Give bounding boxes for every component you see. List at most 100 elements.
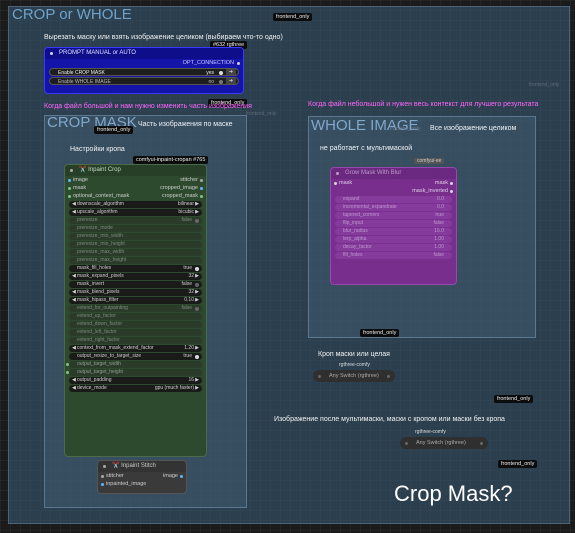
prompt-manual-auto-node[interactable]: PROMPT MANUAL or AUTO OPT_CONNECTION Ena… bbox=[44, 47, 244, 94]
mask-widget-fill-holes[interactable]: fill_holes false bbox=[335, 252, 452, 259]
decrement-arrow-icon[interactable]: ◀ bbox=[72, 297, 76, 304]
any-switch-node-2[interactable]: Any Switch (rgthree) bbox=[400, 437, 488, 449]
crop-widget-output-resize-to-target-size[interactable]: output_resize_to_target_size true bbox=[69, 353, 202, 360]
increment-arrow-icon[interactable]: ▶ bbox=[195, 273, 199, 280]
toggle-icon[interactable] bbox=[195, 266, 199, 271]
enable-whole-image-toggle[interactable]: Enable WHOLE IMAGE no ➜ bbox=[49, 77, 239, 85]
crop-widget-extend-left-factor[interactable]: extend_left_factor bbox=[69, 329, 202, 336]
port-row-inpainted-image[interactable]: inpainted_image bbox=[98, 480, 186, 488]
crop-widget-extend-up-factor[interactable]: extend_up_factor bbox=[69, 313, 202, 320]
output-pin-icon[interactable] bbox=[480, 441, 483, 445]
mask-widget-tapered-corners[interactable]: tapered_corners true bbox=[335, 212, 452, 219]
input-pin-icon[interactable] bbox=[66, 371, 69, 374]
collapse-dot-icon[interactable] bbox=[336, 172, 339, 175]
input-pin-icon[interactable] bbox=[405, 441, 408, 445]
collapse-dot-icon[interactable] bbox=[103, 465, 106, 468]
arrow-right-icon[interactable]: ➜ bbox=[226, 78, 236, 84]
mask-widget-decay-factor[interactable]: decay_factor 1.00 bbox=[335, 244, 452, 251]
enable-crop-mask-toggle[interactable]: Enable CROP MASK yes ➜ bbox=[49, 68, 239, 76]
port-row-stitcher[interactable]: stitcher image bbox=[98, 472, 186, 480]
input-pin-icon[interactable] bbox=[101, 474, 104, 478]
grow-mask-node[interactable]: Grow Mask With Blur mask mask mask_inver… bbox=[330, 167, 457, 285]
input-pin-icon[interactable] bbox=[318, 374, 321, 378]
crop-widget-extend-right-factor[interactable]: extend_right_factor bbox=[69, 337, 202, 344]
opt-connection-output[interactable]: OPT_CONNECTION bbox=[45, 59, 243, 67]
port-row-mask-inverted[interactable]: mask_inverted bbox=[331, 187, 456, 195]
increment-arrow-icon[interactable]: ▶ bbox=[195, 377, 199, 384]
mask-widget-lerp-alpha[interactable]: lerp_alpha 1.00 bbox=[335, 236, 452, 243]
decrement-arrow-icon[interactable]: ◀ bbox=[72, 345, 76, 352]
input-pin-icon[interactable] bbox=[68, 186, 71, 190]
crop-widget-mask-blend-pixels[interactable]: ◀ ▶ mask_blend_pixels 32 bbox=[69, 289, 202, 296]
crop-widget-mask-hipass-filter[interactable]: ◀ ▶ mask_hipass_filter 0.10 bbox=[69, 297, 202, 304]
crop-widget-preresize[interactable]: preresize false bbox=[69, 217, 202, 224]
crop-widget-preresize-min-width[interactable]: preresize_min_width bbox=[69, 233, 202, 240]
output-pin-icon[interactable] bbox=[180, 474, 183, 478]
toggle-on-icon[interactable] bbox=[219, 70, 223, 75]
crop-widget-extend-for-outpainting[interactable]: extend_for_outpainting false bbox=[69, 305, 202, 312]
decrement-arrow-icon[interactable]: ◀ bbox=[72, 289, 76, 296]
crop-widget-upscale-algorithm[interactable]: ◀ ▶ upscale_algorithm bicubic bbox=[69, 209, 202, 216]
port-row-image[interactable]: image stitcher bbox=[65, 176, 206, 184]
mask-widget-expand[interactable]: expand 0.0 bbox=[335, 196, 452, 203]
port-row-optional-context-mask[interactable]: optional_context_mask cropped_mask bbox=[65, 192, 206, 200]
output-pin-icon[interactable] bbox=[200, 178, 203, 182]
decrement-arrow-icon[interactable]: ◀ bbox=[72, 385, 76, 392]
toggle-icon[interactable] bbox=[195, 282, 199, 287]
mask-widget-blur-radius[interactable]: blur_radius 16.0 bbox=[335, 228, 452, 235]
crop-widget-output-padding[interactable]: ◀ ▶ output_padding 16 bbox=[69, 377, 202, 384]
crop-widget-preresize-max-height[interactable]: preresize_max_height bbox=[69, 257, 202, 264]
crop-widget-preresize-min-height[interactable]: preresize_min_height bbox=[69, 241, 202, 248]
node-title[interactable]: ✂️ Inpaint Crop bbox=[65, 165, 206, 176]
increment-arrow-icon[interactable]: ▶ bbox=[195, 345, 199, 352]
crop-widget-output-target-width[interactable]: output_target_width bbox=[66, 361, 202, 368]
collapse-dot-icon[interactable] bbox=[50, 52, 53, 55]
output-pin-icon[interactable] bbox=[237, 61, 240, 65]
crop-widget-downscale-algorithm[interactable]: ◀ ▶ downscale_algorithm bilinear bbox=[69, 201, 202, 208]
output-pin-icon[interactable] bbox=[200, 194, 203, 198]
node-title[interactable]: PROMPT MANUAL or AUTO bbox=[45, 48, 243, 59]
input-pin-icon[interactable] bbox=[66, 363, 69, 366]
increment-arrow-icon[interactable]: ▶ bbox=[195, 209, 199, 216]
crop-widget-preresize-max-width[interactable]: preresize_max_width bbox=[69, 249, 202, 256]
crop-widget-context-from-mask-extend-factor[interactable]: ◀ ▶ context_from_mask_extend_factor 1.20 bbox=[69, 345, 202, 352]
input-pin-icon[interactable] bbox=[101, 482, 104, 486]
port-row-mask[interactable]: mask mask bbox=[331, 179, 456, 187]
port-row-mask[interactable]: mask cropped_image bbox=[65, 184, 206, 192]
increment-arrow-icon[interactable]: ▶ bbox=[195, 289, 199, 296]
any-switch-node-1[interactable]: Any Switch (rgthree) bbox=[313, 370, 395, 382]
input-pin-icon[interactable] bbox=[68, 178, 71, 182]
collapse-dot-icon[interactable] bbox=[70, 169, 73, 172]
crop-widget-output-target-height[interactable]: output_target_height bbox=[66, 369, 202, 376]
toggle-icon[interactable] bbox=[195, 354, 199, 359]
output-pin-icon[interactable] bbox=[450, 181, 453, 185]
crop-widget-preresize-mode[interactable]: preresize_mode bbox=[69, 225, 202, 232]
crop-widget-mask-invert[interactable]: mask_invert false bbox=[69, 281, 202, 288]
mask-widget-incremental-expandrate[interactable]: incremental_expandrate 0.0 bbox=[335, 204, 452, 211]
output-pin-icon[interactable] bbox=[450, 189, 453, 193]
node-title[interactable]: Grow Mask With Blur bbox=[331, 168, 456, 179]
node-title[interactable]: ✂️ Inpaint Stitch bbox=[98, 461, 186, 472]
increment-arrow-icon[interactable]: ▶ bbox=[195, 385, 199, 392]
output-pin-icon[interactable] bbox=[200, 186, 203, 190]
toggle-off-icon[interactable] bbox=[219, 79, 223, 84]
decrement-arrow-icon[interactable]: ◀ bbox=[72, 201, 76, 208]
decrement-arrow-icon[interactable]: ◀ bbox=[72, 377, 76, 384]
increment-arrow-icon[interactable]: ▶ bbox=[195, 201, 199, 208]
inpaint-crop-node[interactable]: ✂️ Inpaint Crop image stitcher mask crop… bbox=[64, 164, 207, 457]
input-pin-icon[interactable] bbox=[68, 194, 71, 198]
crop-widget-mask-expand-pixels[interactable]: ◀ ▶ mask_expand_pixels 32 bbox=[69, 273, 202, 280]
input-pin-icon[interactable] bbox=[334, 181, 337, 185]
toggle-icon[interactable] bbox=[195, 306, 199, 311]
output-pin-icon[interactable] bbox=[387, 374, 390, 378]
crop-widget-device-mode[interactable]: ◀ ▶ device_mode gpu (much faster) bbox=[69, 385, 202, 392]
arrow-right-icon[interactable]: ➜ bbox=[226, 69, 236, 75]
toggle-icon[interactable] bbox=[195, 218, 199, 223]
crop-widget-mask-fill-holes[interactable]: mask_fill_holes true bbox=[69, 265, 202, 272]
mask-widget-flip-input[interactable]: flip_input false bbox=[335, 220, 452, 227]
crop-widget-extend-down-factor[interactable]: extend_down_factor bbox=[69, 321, 202, 328]
decrement-arrow-icon[interactable]: ◀ bbox=[72, 209, 76, 216]
inpaint-stitch-node[interactable]: ✂️ Inpaint Stitch stitcher image inpaint… bbox=[97, 460, 187, 494]
increment-arrow-icon[interactable]: ▶ bbox=[195, 297, 199, 304]
decrement-arrow-icon[interactable]: ◀ bbox=[72, 273, 76, 280]
